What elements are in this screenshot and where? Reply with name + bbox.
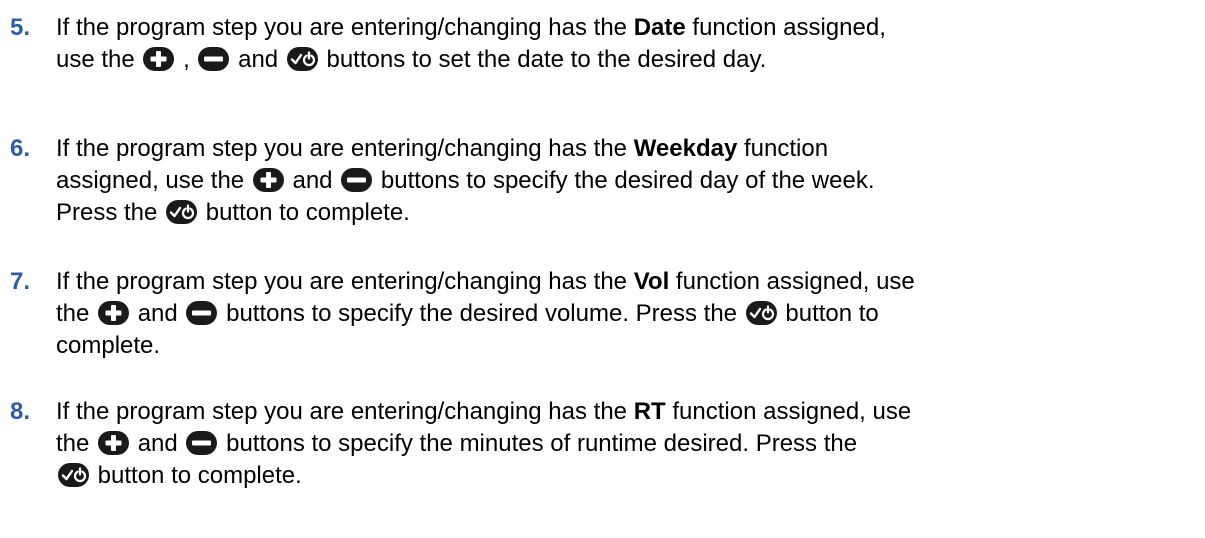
check-power-button-icon <box>165 199 198 225</box>
step-text: If the program step you are entering/cha… <box>56 14 886 73</box>
plus-button-icon <box>97 430 130 456</box>
function-name: RT <box>633 398 666 425</box>
step-text: If the program step you are entering/cha… <box>56 268 915 359</box>
function-name: Weekday <box>633 135 738 162</box>
plus-button-icon <box>252 167 285 193</box>
plus-button-icon <box>142 46 175 72</box>
check-power-button-icon <box>745 300 778 326</box>
check-power-button-icon <box>57 462 90 488</box>
minus-button-icon <box>185 430 218 456</box>
step-number: 6. <box>10 135 31 162</box>
step-7: 7. If the program step you are entering/… <box>10 266 1195 362</box>
minus-button-icon <box>185 300 218 326</box>
step-5: 5. If the program step you are entering/… <box>10 12 1195 76</box>
plus-button-icon <box>97 300 130 326</box>
step-text: If the program step you are entering/cha… <box>56 135 875 226</box>
function-name: Date <box>633 14 686 41</box>
step-text: If the program step you are entering/cha… <box>56 398 912 489</box>
step-8: 8. If the program step you are entering/… <box>10 396 1195 492</box>
minus-button-icon <box>340 167 373 193</box>
step-number: 8. <box>10 398 31 425</box>
step-number: 7. <box>10 268 31 295</box>
minus-button-icon <box>197 46 230 72</box>
step-6: 6. If the program step you are entering/… <box>10 133 1195 229</box>
step-number: 5. <box>10 14 31 41</box>
function-name: Vol <box>633 268 670 295</box>
check-power-button-icon <box>286 46 319 72</box>
instruction-page: 5. If the program step you are entering/… <box>0 0 1205 538</box>
